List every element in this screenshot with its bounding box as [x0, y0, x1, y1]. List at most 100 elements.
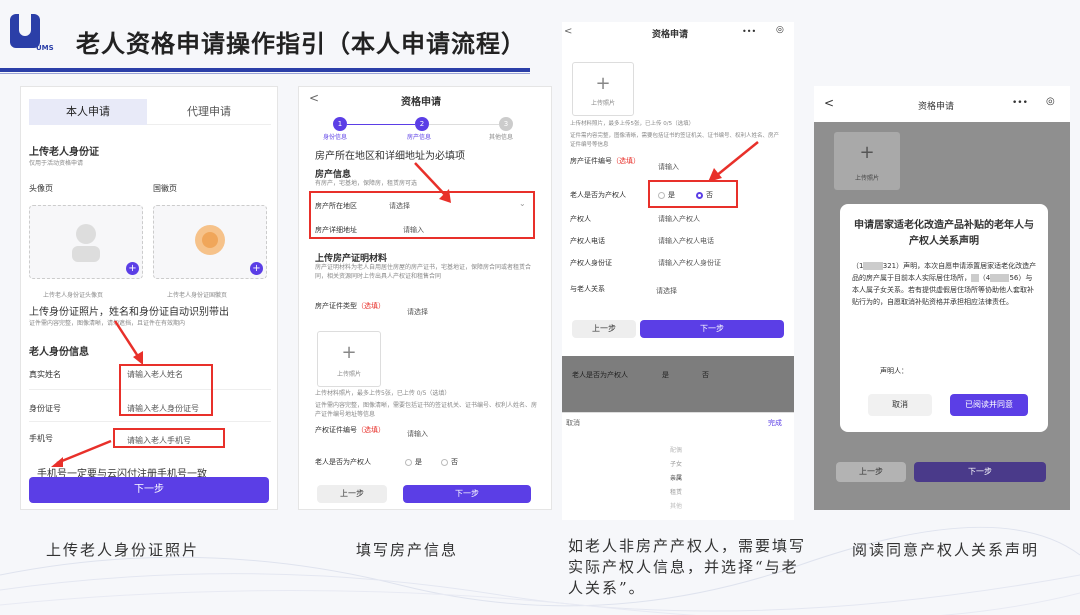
back-icon[interactable]: <: [824, 96, 834, 110]
picker-option[interactable]: 子女: [670, 460, 682, 469]
section-title: 上传老人身份证: [29, 147, 99, 158]
photo-upload[interactable]: + 上传照片: [317, 331, 381, 387]
info-section-title: 老人身份信息: [29, 347, 89, 358]
picker-option[interactable]: 租赁: [670, 488, 682, 497]
caption-step-1: 上传老人身份证照片: [46, 541, 200, 559]
id-note: 证件需内容完整，图像清晰，请勿遮挡，且证件在有效期内: [29, 320, 186, 327]
next-button[interactable]: 下一步: [403, 485, 531, 503]
more-icon[interactable]: •••: [1012, 98, 1028, 108]
back-caption: 上传老人身份证国徽页: [167, 292, 228, 299]
id-front-upload[interactable]: +: [29, 205, 143, 279]
relation-select[interactable]: 请选择: [656, 286, 677, 296]
dialog-body: （1▮▮▮▮▮321）声明，本次自愿申请添置居家适老化改造产品的房产属于目前本人…: [852, 260, 1038, 308]
plus-icon: +: [341, 342, 357, 363]
cert-number-input[interactable]: 请输入: [658, 162, 679, 172]
body-part: （4: [978, 274, 991, 282]
cert-number-text: 产权证件编号: [315, 426, 357, 434]
tab-agent-apply[interactable]: 代理申请: [147, 99, 271, 125]
optional-tag: （选填）: [357, 426, 385, 434]
cert-description: 房产证明材料为老人自用居住房屋的房产证书，宅基地证，保障房合同或者租赁合同，相关…: [315, 264, 532, 280]
step-label: 其他信息: [489, 134, 514, 141]
screen-upload-id: 本人申请 代理申请 上传老人身份证 仅用于活动资格申请 头像页 国徽页 + + …: [20, 86, 278, 510]
close-icon[interactable]: ◎: [776, 25, 784, 35]
photo-upload[interactable]: + 上传照片: [572, 62, 634, 116]
section-subtitle: 仅用于活动资格申请: [29, 160, 84, 167]
cert-type-select[interactable]: 请选择: [407, 307, 428, 317]
screen-title: 资格申请: [918, 102, 955, 112]
next-button[interactable]: 下一步: [914, 462, 1046, 482]
more-icon[interactable]: •••: [742, 27, 756, 36]
owner-question: 老人是否为产权人: [570, 191, 626, 199]
annotation-required: 房产所在地区和详细地址为必填项: [315, 151, 465, 162]
prev-button[interactable]: 上一步: [572, 320, 636, 338]
header-divider: [0, 68, 530, 72]
owner-no-radio[interactable]: 否: [441, 457, 458, 467]
back-icon[interactable]: <: [564, 26, 572, 37]
cert-type-text: 房产证件类型: [315, 302, 357, 310]
relation-label: 与老人关系: [570, 285, 605, 293]
screen-property-info: < 资格申请 1 2 3 身份信息 房产信息 其他信息 房产所在地区和详细地址为…: [298, 86, 552, 510]
redacted-name: ▮▮: [971, 274, 979, 282]
screen-title: 资格申请: [401, 97, 441, 108]
owner-yes-radio[interactable]: 是: [405, 457, 422, 467]
arrow-annotation: [51, 439, 112, 467]
dialog-title: 申请居家适老化改造产品补贴的老年人与产权人关系声明: [854, 220, 1034, 247]
upload-limit: 上传材料照片，最多上传5张，已上传 0/5（选填）: [570, 121, 695, 127]
owner-input[interactable]: 请输入产权人: [658, 214, 700, 224]
prev-button[interactable]: 上一步: [836, 462, 906, 482]
screen-declaration: < 资格申请 ••• ◎ + 上传照片 申请居家适老化改造产品补贴的老年人与产权…: [814, 86, 1070, 510]
cert-number-label: 房产证件编号（选填）: [570, 156, 650, 166]
highlight-phone: [113, 428, 225, 448]
agree-button[interactable]: 已阅读并同意: [950, 394, 1028, 416]
cert-number-input[interactable]: 请输入: [407, 429, 428, 439]
owner-id-input[interactable]: 请输入产权人身份证: [658, 258, 721, 268]
signer-label: 声明人：: [880, 367, 908, 375]
no-label: 否: [702, 371, 709, 379]
add-icon[interactable]: +: [250, 262, 263, 275]
upload-label: 上传照片: [336, 371, 361, 378]
prev-button[interactable]: 上一步: [317, 485, 387, 503]
annotation-autofill: 上传身份证照片，姓名和身份证自动识别带出: [29, 307, 229, 318]
next-button[interactable]: 下一步: [640, 320, 784, 338]
back-icon[interactable]: <: [309, 91, 319, 105]
front-label: 头像页: [29, 184, 53, 193]
optional-tag: （选填）: [612, 157, 640, 165]
plus-icon: +: [859, 142, 875, 163]
screen-title: 资格申请: [652, 30, 689, 40]
no-label: 否: [451, 458, 458, 466]
tab-self-apply[interactable]: 本人申请: [29, 99, 147, 125]
picker-cancel[interactable]: 取消: [566, 418, 580, 428]
nav-bar: < 资格申请 ••• ◎: [814, 86, 1070, 122]
picker-option[interactable]: 配偶: [670, 446, 682, 455]
emblem-icon: [195, 225, 225, 255]
close-icon[interactable]: ◎: [1046, 96, 1055, 107]
photo-upload[interactable]: + 上传照片: [834, 132, 900, 190]
picker-option-selected[interactable]: 亲属: [670, 474, 682, 483]
person-silhouette-icon: [72, 224, 100, 262]
step-1-icon: 1: [333, 117, 347, 131]
caption-step-4: 阅读同意产权人关系声明: [852, 541, 1040, 559]
add-icon[interactable]: +: [126, 262, 139, 275]
optional-tag: （选填）: [357, 302, 385, 310]
cert-type-label: 房产证件类型（选填）: [315, 301, 385, 311]
picker-option[interactable]: 其他: [670, 502, 682, 511]
upload-label: 上传照片: [854, 175, 879, 182]
front-caption: 上传老人身份证头像页: [43, 292, 104, 299]
owner-phone-input[interactable]: 请输入产权人电话: [658, 236, 714, 246]
page-title: 老人资格申请操作指引（本人申请流程）: [76, 30, 526, 58]
next-button[interactable]: 下一步: [29, 477, 269, 503]
redacted-id: ▮▮▮▮▮: [863, 262, 883, 270]
ums-logo: UMS: [10, 14, 58, 62]
property-subtitle: 有房产，宅基地，保障房，租赁房可选: [315, 180, 418, 187]
id-back-upload[interactable]: +: [153, 205, 267, 279]
plus-icon: +: [595, 73, 611, 94]
highlight-owner-no: [648, 180, 738, 208]
picker-done[interactable]: 完成: [768, 418, 782, 428]
upload-limit: 上传材料照片，最多上传5张，已上传 0/5（选填）: [315, 390, 451, 397]
owner-id-label: 产权人身份证: [570, 259, 612, 267]
header-divider-thin: [0, 73, 530, 74]
step-2-icon: 2: [415, 117, 429, 131]
cert-number-text: 房产证件编号: [570, 157, 612, 165]
screen-owner-info: < 资格申请 ••• ◎ + 上传照片 上传材料照片，最多上传5张，已上传 0/…: [562, 22, 794, 520]
cancel-button[interactable]: 取消: [868, 394, 932, 416]
